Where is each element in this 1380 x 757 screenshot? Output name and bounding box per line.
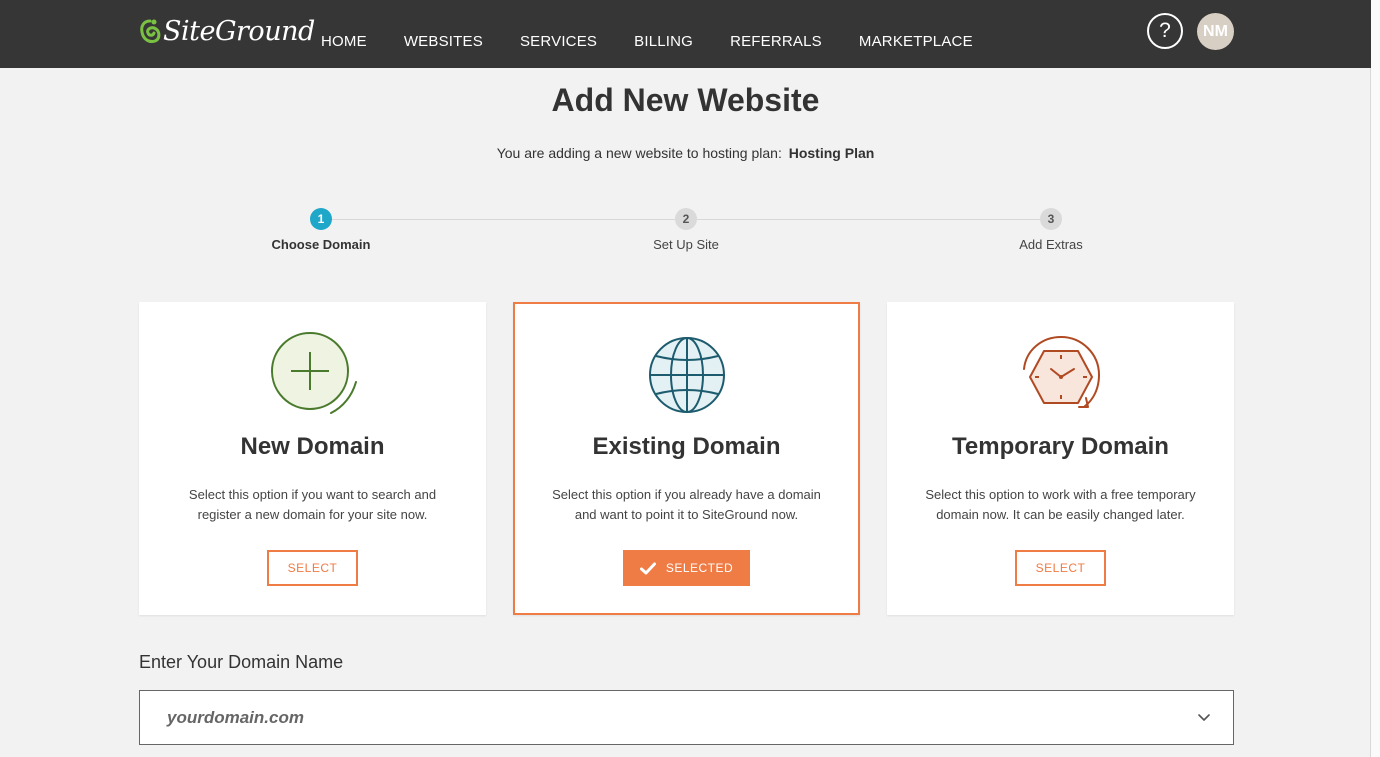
step-number: 1 [310,208,332,230]
card-description: Select this option if you already have a… [552,487,821,522]
chevron-down-icon[interactable] [1195,708,1213,726]
user-avatar[interactable]: NM [1197,13,1234,50]
card-icon-wrap [887,336,1234,422]
selected-existing-domain-button[interactable]: SELECTED [623,550,750,586]
step-label: Set Up Site [653,237,719,252]
button-label: SELECTED [665,561,734,575]
question-icon: ? [1159,19,1171,42]
domain-name-label: Enter Your Domain Name [139,652,344,672]
nav-marketplace[interactable]: MARKETPLACE [859,33,973,50]
top-navigation-bar: SiteGround HOME WEBSITES SERVICES BILLIN… [0,0,1371,68]
window-scrollbar-edge [1370,0,1380,757]
page-title: Add New Website [551,82,820,118]
select-new-domain-button[interactable]: SELECT [267,550,358,586]
hosting-plan-subtitle: You are adding a new website to hosting … [0,145,1371,161]
step-label: Choose Domain [271,237,371,252]
siteground-logo[interactable]: SiteGround [139,17,315,47]
select-temporary-domain-button[interactable]: SELECT [1015,550,1106,586]
nav-services[interactable]: SERVICES [520,33,597,50]
card-description: Select this option if you want to search… [188,487,437,522]
card-title: Temporary Domain [952,433,1169,460]
new-domain-card[interactable]: New Domain Select this option if you wan… [139,302,486,615]
subtitle-text: You are adding a new website to hosting … [496,145,782,161]
nav-referrals[interactable]: REFERRALS [730,33,822,50]
card-title: Existing Domain [592,433,781,460]
siteground-logo-icon [140,19,161,43]
help-button[interactable]: ? [1147,13,1183,49]
nav-websites[interactable]: WEBSITES [404,33,483,50]
main-nav: HOME WEBSITES SERVICES BILLING REFERRALS… [321,33,1010,50]
card-title: New Domain [240,433,385,460]
card-icon-wrap [139,330,486,416]
domain-name-input[interactable]: yourdomain.com [139,690,1234,745]
checkmark-icon [639,562,656,574]
globe-icon [648,337,725,413]
card-icon-wrap [515,330,858,416]
clock-icon [1022,336,1100,408]
step-number: 2 [675,208,697,230]
plus-circle-icon [270,332,357,414]
step-set-up-site: 2 Set Up Site [586,208,786,252]
step-add-extras: 3 Add Extras [951,208,1151,252]
existing-domain-card[interactable]: Existing Domain Select this option if yo… [513,302,860,615]
card-description: Select this option to work with a free t… [925,487,1196,522]
progress-stepper: 1 Choose Domain 2 Set Up Site 3 Add Extr… [0,208,1371,258]
logo-text: SiteGround [163,16,315,47]
step-choose-domain: 1 Choose Domain [221,208,421,252]
nav-home[interactable]: HOME [321,33,367,50]
step-label: Add Extras [1019,237,1083,252]
plan-name: Hosting Plan [788,145,875,161]
temporary-domain-card[interactable]: Temporary Domain Select this option to w… [887,302,1234,615]
nav-billing[interactable]: BILLING [634,33,693,50]
domain-placeholder: yourdomain.com [167,707,304,727]
step-number: 3 [1040,208,1062,230]
